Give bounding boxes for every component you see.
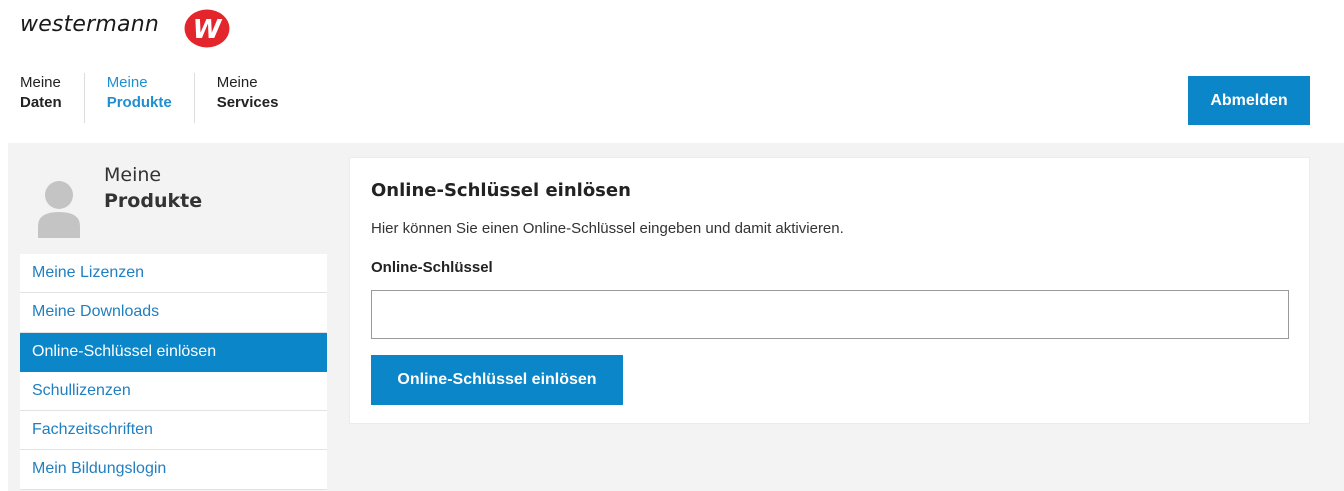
sidebar-item-meine-downloads[interactable]: Meine Downloads	[20, 293, 327, 333]
page-description: Hier können Sie einen Online-Schlüssel e…	[371, 220, 844, 237]
sidebar-heading: Meine Produkte	[104, 162, 202, 214]
topnav-item-meine-produkte[interactable]: Meine Produkte	[83, 73, 194, 123]
brand-wordmark[interactable]: westermann	[20, 12, 159, 37]
topnav-item-bottom-label: Produkte	[106, 94, 172, 111]
online-key-label: Online-Schlüssel	[371, 259, 493, 276]
logout-button[interactable]: Abmelden	[1188, 76, 1310, 125]
topnav-item-bottom-label: Services	[216, 94, 279, 111]
user-avatar-icon	[38, 181, 80, 238]
sidebar-heading-line2: Produkte	[104, 190, 203, 212]
topnav-item-bottom-label: Daten	[20, 94, 62, 111]
page-title: Online-Schlüssel einlösen	[371, 180, 631, 201]
topnav-item-top-label: Meine	[106, 74, 148, 91]
sidebar-item-meine-lizenzen[interactable]: Meine Lizenzen	[20, 254, 327, 294]
online-key-input[interactable]	[371, 290, 1289, 339]
redeem-key-button[interactable]: Online-Schlüssel einlösen	[371, 355, 623, 405]
redeem-key-card: Online-Schlüssel einlösen Hier können Si…	[349, 157, 1310, 424]
top-navigation: Meine Daten Meine Produkte Meine Service…	[20, 73, 300, 123]
sidebar-item-online-schluessel[interactable]: Online-Schlüssel einlösen	[20, 332, 327, 372]
westermann-logo-icon[interactable]: W	[184, 9, 230, 48]
sidebar-item-schullizenzen[interactable]: Schullizenzen	[20, 371, 327, 412]
topnav-item-top-label: Meine	[20, 74, 61, 91]
svg-text:W: W	[193, 15, 223, 45]
sidebar-heading-line1: Meine	[104, 164, 162, 186]
sidebar-menu: Meine Lizenzen Meine Downloads Online-Sc…	[20, 254, 327, 490]
topnav-item-top-label: Meine	[216, 74, 258, 91]
topnav-item-meine-daten[interactable]: Meine Daten	[20, 73, 84, 123]
topnav-item-meine-services[interactable]: Meine Services	[193, 73, 301, 123]
sidebar-item-mein-bildungslogin[interactable]: Mein Bildungslogin	[20, 450, 327, 490]
sidebar-item-fachzeitschriften[interactable]: Fachzeitschriften	[20, 411, 327, 451]
